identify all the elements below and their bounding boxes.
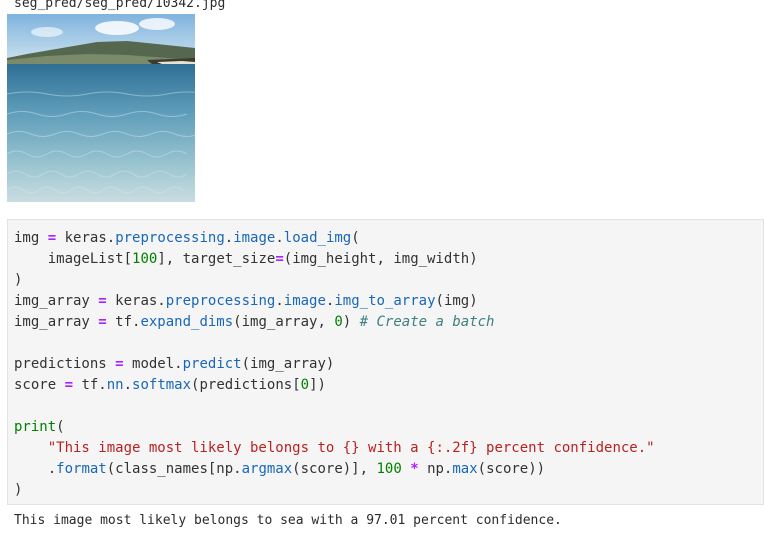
sea-photo bbox=[7, 14, 195, 202]
output-file-path: seg_pred/seg_pred/10342.jpg bbox=[14, 0, 226, 11]
code-line-12: .format(class_names[np.argmax(score)], 1… bbox=[14, 461, 546, 477]
sea-photo-image bbox=[7, 14, 195, 202]
code-cell[interactable]: img = keras.preprocessing.image.load_img… bbox=[7, 219, 764, 505]
code-line-1: img = keras.preprocessing.image.load_img… bbox=[14, 230, 360, 246]
code-line-13: ) bbox=[14, 482, 23, 498]
code-line-3: ) bbox=[14, 272, 23, 288]
code-line-2: imageList[100], target_size=(img_height,… bbox=[14, 251, 478, 267]
cell-output-text: This image most likely belongs to sea wi… bbox=[14, 513, 562, 528]
code-line-10: print( bbox=[14, 419, 65, 435]
code-editor[interactable]: img = keras.preprocessing.image.load_img… bbox=[14, 228, 655, 501]
code-line-4: img_array = keras.preprocessing.image.im… bbox=[14, 293, 478, 309]
code-line-11: "This image most likely belongs to {} wi… bbox=[47, 440, 655, 456]
code-line-7: predictions = model.predict(img_array) bbox=[14, 356, 335, 372]
code-line-8: score = tf.nn.softmax(predictions[0]) bbox=[14, 377, 326, 393]
code-line-5: img_array = tf.expand_dims(img_array, 0)… bbox=[14, 314, 495, 330]
